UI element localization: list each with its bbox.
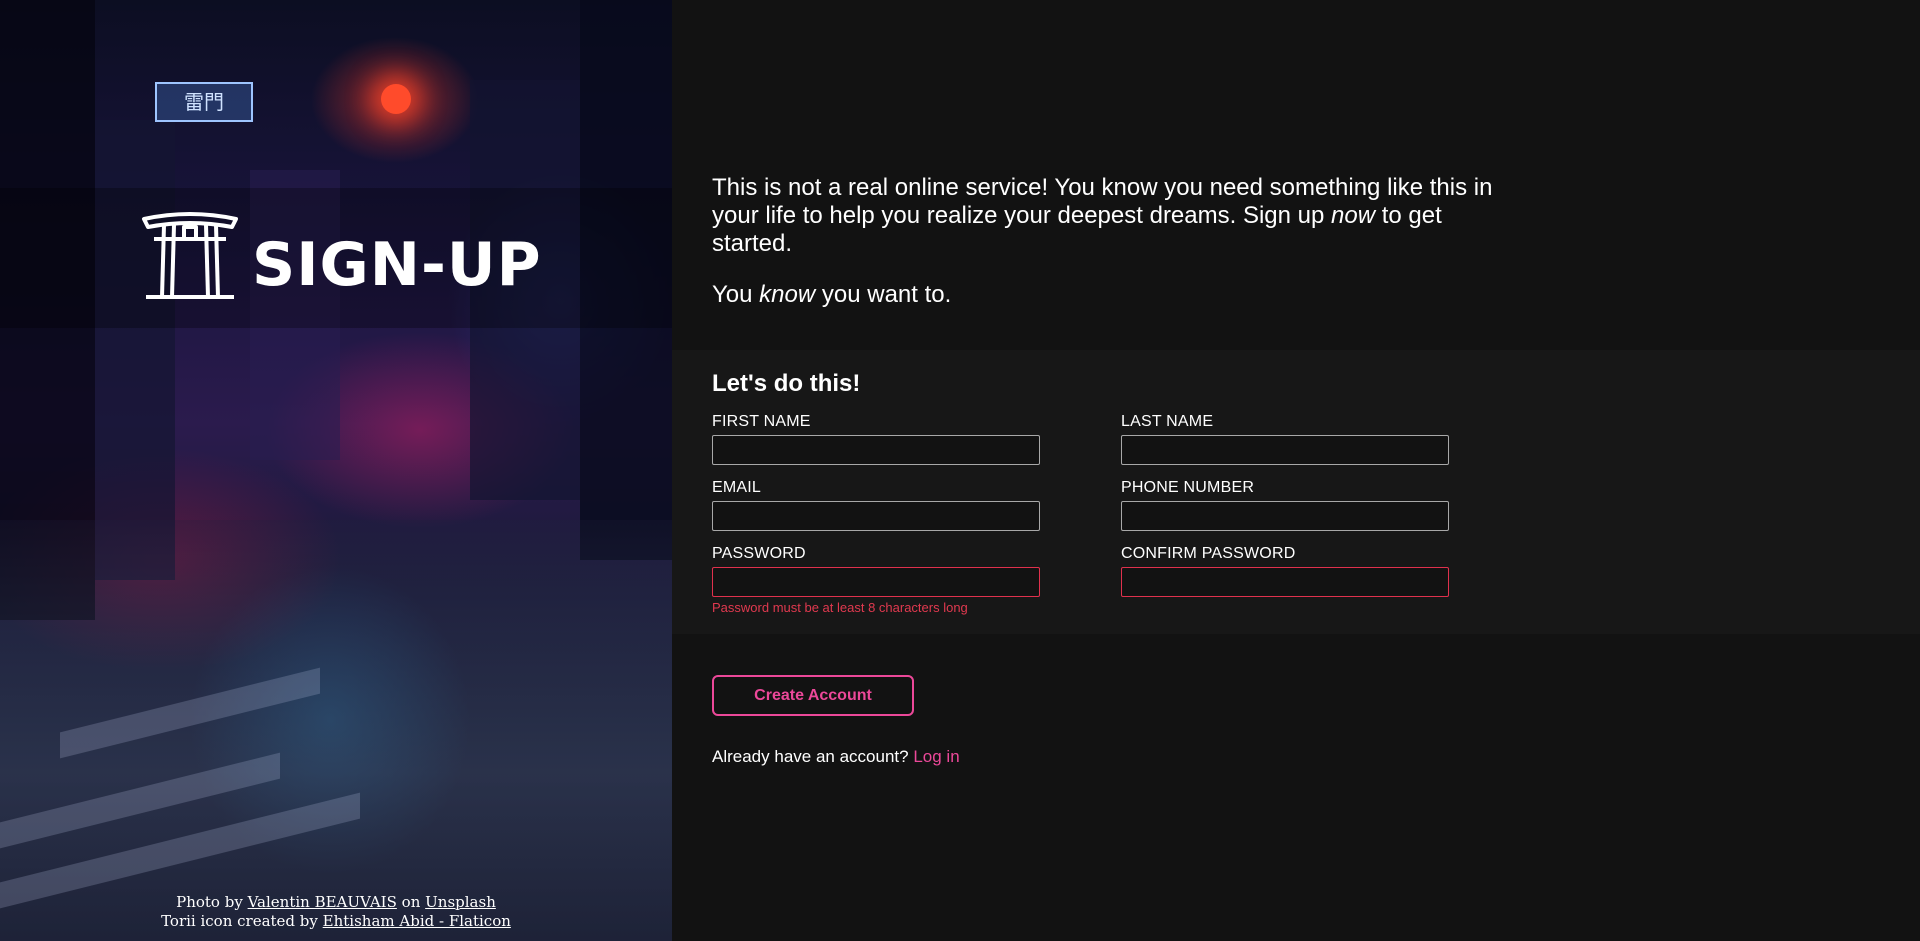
create-account-button[interactable]: Create Account [712, 675, 914, 716]
photo-credits: Photo by Valentin BEAUVAIS on Unsplash T… [0, 893, 672, 931]
photo-credit-line: Photo by Valentin BEAUVAIS on Unsplash [0, 893, 672, 912]
last-name-field: LAST NAME [1121, 413, 1449, 465]
photographer-link[interactable]: Valentin BEAUVAIS [248, 893, 397, 911]
intro-tagline: You know you want to. [712, 281, 1512, 309]
email-field: EMAIL [712, 479, 1040, 531]
signup-main: This is not a real online service! You k… [672, 0, 1920, 941]
photo-credit-on: on [401, 893, 421, 911]
first-name-field: FIRST NAME [712, 413, 1040, 465]
tagline-text-part: You [712, 281, 760, 308]
password-label: PASSWORD [712, 545, 806, 562]
last-name-input[interactable] [1121, 435, 1449, 465]
unsplash-link[interactable]: Unsplash [425, 893, 496, 911]
email-label: EMAIL [712, 479, 762, 496]
flaticon-author-link[interactable]: Ehtisham Abid - Flaticon [323, 912, 511, 930]
phone-label: PHONE NUMBER [1121, 479, 1255, 496]
confirm-password-label: CONFIRM PASSWORD [1121, 545, 1296, 562]
intro-paragraph: This is not a real online service! You k… [712, 174, 1512, 258]
phone-field: PHONE NUMBER [1121, 479, 1449, 531]
login-prompt: Already have an account? Log in [712, 747, 960, 767]
hero-panel: 雷門 SIGN-UP Photo by Valentin BEAUVAIS on… [0, 0, 672, 941]
confirm-password-field: CONFIRM PASSWORD [1121, 545, 1449, 597]
gate-sign: 雷門 [155, 82, 253, 122]
email-input[interactable] [712, 501, 1040, 531]
tagline-emphasis: know [759, 281, 816, 308]
last-name-label: LAST NAME [1121, 413, 1214, 430]
intro-emphasis: now [1331, 202, 1376, 229]
photo-credit-prefix: Photo by [176, 893, 243, 911]
tagline-text-part: you want to. [815, 281, 952, 308]
confirm-password-input[interactable] [1121, 567, 1449, 597]
password-error-message: Password must be at least 8 characters l… [712, 600, 968, 615]
icon-credit-line: Torii icon created by Ehtisham Abid - Fl… [0, 912, 672, 931]
traffic-light-icon [381, 84, 411, 114]
login-link[interactable]: Log in [913, 747, 959, 766]
intro-text: This is not a real online service! You k… [712, 174, 1512, 332]
password-field: PASSWORD [712, 545, 1040, 597]
gate-sign-text: 雷門 [184, 90, 224, 114]
signup-logo: SIGN-UP [142, 212, 540, 300]
phone-input[interactable] [1121, 501, 1449, 531]
login-prompt-text: Already have an account? [712, 747, 909, 766]
torii-gate-icon [142, 212, 238, 299]
first-name-input[interactable] [712, 435, 1040, 465]
icon-credit-prefix: Torii icon created by [161, 912, 318, 930]
first-name-label: FIRST NAME [712, 413, 811, 430]
password-input[interactable] [712, 567, 1040, 597]
logo-text: SIGN-UP [252, 230, 540, 300]
form-title: Let's do this! [712, 370, 861, 397]
